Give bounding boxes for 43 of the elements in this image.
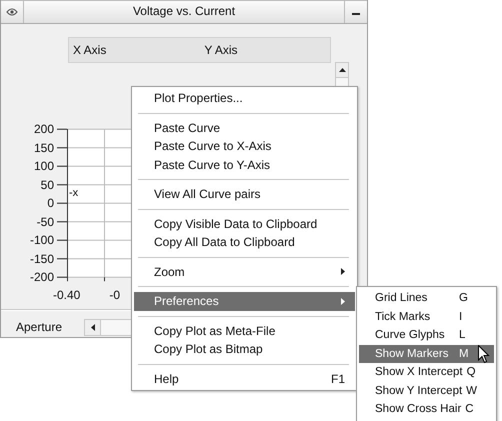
shortcut-label: G	[459, 292, 469, 304]
x-tick-label: -0.40	[53, 288, 80, 302]
y-axis-label: Y Axis	[204, 43, 238, 57]
x-tick-label: -0	[109, 288, 120, 302]
menu-item[interactable]: Show Markers M	[359, 344, 494, 363]
menu-item[interactable]: Paste Curve	[134, 118, 355, 137]
menu-item[interactable]: View All Curve pairs	[134, 185, 355, 204]
y-tick-label: 50	[40, 176, 55, 194]
y-tick-label: -100	[28, 232, 55, 249]
menu-item[interactable]: Zoom	[134, 262, 355, 281]
shortcut-label: I	[459, 310, 464, 323]
shortcut-label: W	[466, 384, 478, 397]
menu-item[interactable]: Show Cross Hair C	[359, 400, 494, 418]
shortcut-label: Q	[466, 366, 477, 378]
menu-item[interactable]: Paste Curve to Y-Axis	[134, 156, 355, 174]
marker-label: -x	[69, 187, 78, 199]
y-tick-label: -50	[36, 214, 55, 230]
menu-item[interactable]: Curve Glyphs L	[359, 326, 494, 344]
menu-item[interactable]: Copy Plot as Meta-File	[134, 322, 355, 340]
menu-item[interactable]: Copy All Data to Clipboard	[134, 233, 355, 252]
shortcut-label: C	[465, 403, 475, 416]
menu-item[interactable]: Preferences	[134, 292, 355, 310]
x-axis-label: X Axis	[73, 43, 106, 57]
menu-item[interactable]: Paste Curve to X-Axis	[134, 137, 355, 156]
y-tick-label: 0	[46, 195, 55, 212]
menu-item[interactable]: Plot Properties...	[134, 89, 355, 108]
y-tick-label: 150	[32, 140, 55, 156]
slider-label: Aperture	[16, 320, 62, 334]
y-tick-label: 200	[32, 121, 55, 138]
menu-item[interactable]: Show X Intercept Q	[359, 363, 494, 382]
y-tick-label: -200	[28, 269, 55, 286]
menu-item[interactable]: Help F1	[134, 370, 355, 388]
menu-item[interactable]: Grid Lines G	[359, 289, 494, 308]
window-title: Voltage vs. Current	[132, 3, 236, 20]
menu-item[interactable]: Copy Plot as Bitmap	[134, 340, 355, 358]
y-tick-label: -150	[28, 250, 55, 268]
menu-item[interactable]: Tick Marks I	[359, 308, 494, 326]
shortcut-label: M	[459, 348, 470, 360]
y-tick-label: 100	[32, 158, 55, 175]
menu-item[interactable]: Copy Visible Data to Clipboard	[134, 214, 355, 233]
shortcut-label: L	[459, 329, 466, 342]
menu-item[interactable]: Show Y Intercept W	[359, 382, 494, 400]
shortcut-label: F1	[330, 372, 345, 386]
